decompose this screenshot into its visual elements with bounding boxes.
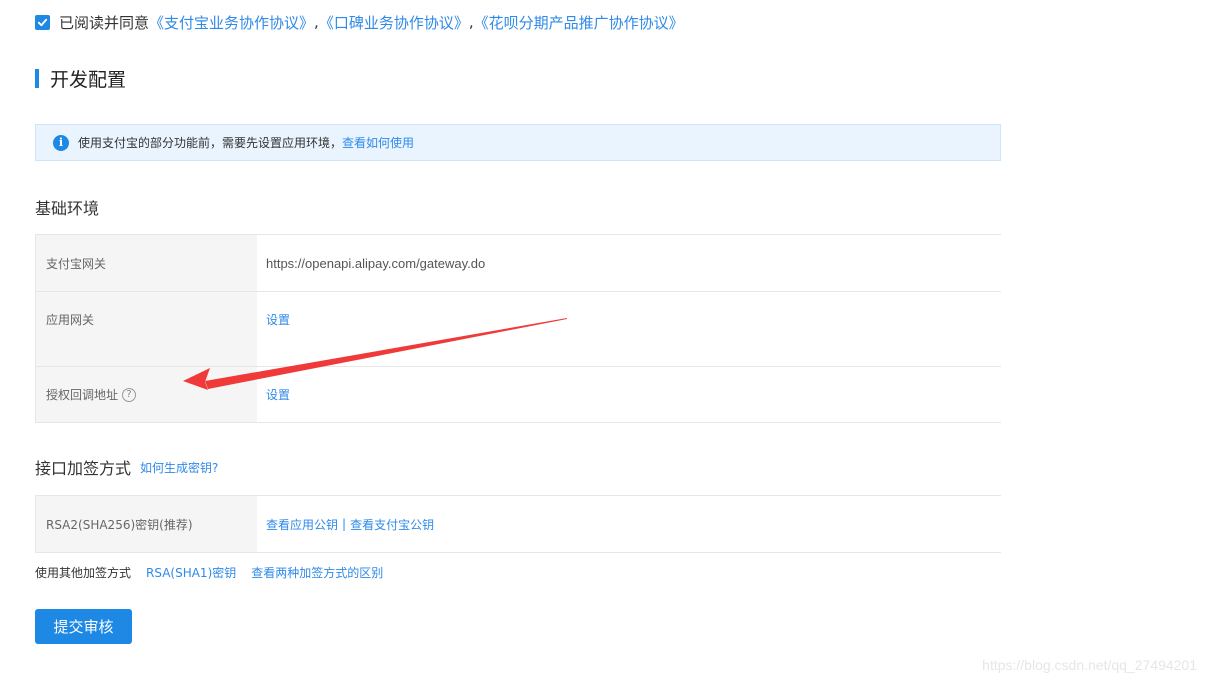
section-title: 开发配置 <box>50 68 127 91</box>
table-row: 授权回调地址 ? 设置 <box>35 367 1001 423</box>
info-icon: i <box>53 134 69 151</box>
info-banner: i 使用支付宝的部分功能前，需要先设置应用环境， 查看如何使用 <box>35 124 1001 161</box>
table-row: 应用网关 设置 <box>35 292 1001 367</box>
signing-diff-link[interactable]: 查看两种加签方式的区别 <box>251 564 383 581</box>
page: 已阅读并同意 《支付宝业务协作协议》 , 《口碑业务协作协议》 , 《花呗分期产… <box>0 0 1205 685</box>
table-row: RSA2(SHA256)密钥(推荐) 查看应用公钥 | 查看支付宝公钥 <box>35 496 1001 553</box>
section-header: 开发配置 <box>35 66 127 91</box>
signing-table: RSA2(SHA256)密钥(推荐) 查看应用公钥 | 查看支付宝公钥 <box>35 495 1001 553</box>
app-gateway-label: 应用网关 <box>35 292 257 366</box>
table-row: 支付宝网关 https://openapi.alipay.com/gateway… <box>35 235 1001 292</box>
callback-label: 授权回调地址 <box>46 388 119 402</box>
basic-env-title: 基础环境 <box>35 199 100 218</box>
agreement-prefix: 已阅读并同意 <box>59 13 150 32</box>
basic-env-table: 支付宝网关 https://openapi.alipay.com/gateway… <box>35 234 1001 423</box>
other-signing-row: 使用其他加签方式 RSA(SHA1)密钥 查看两种加签方式的区别 <box>35 564 383 581</box>
watermark: https://blog.csdn.net/qq_27494201 <box>982 657 1197 673</box>
link-divider: | <box>342 517 347 531</box>
rsa-sha1-link[interactable]: RSA(SHA1)密钥 <box>146 564 236 581</box>
view-app-public-key-link[interactable]: 查看应用公钥 <box>266 516 338 533</box>
callback-set-link[interactable]: 设置 <box>266 386 290 403</box>
submit-review-button[interactable]: 提交审核 <box>35 609 132 644</box>
title-accent-bar <box>35 68 39 88</box>
signing-title: 接口加签方式 <box>35 459 132 478</box>
huabei-agreement-link[interactable]: 《花呗分期产品推广协作协议》 <box>474 12 684 33</box>
app-gateway-set-link[interactable]: 设置 <box>266 311 290 328</box>
how-to-use-link[interactable]: 查看如何使用 <box>342 134 414 151</box>
how-generate-key-link[interactable]: 如何生成密钥? <box>140 459 218 476</box>
info-text: 使用支付宝的部分功能前，需要先设置应用环境， <box>78 136 343 150</box>
callback-label-cell: 授权回调地址 ? <box>35 367 257 422</box>
signing-header: 接口加签方式 如何生成密钥? <box>35 455 218 479</box>
gateway-value: https://openapi.alipay.com/gateway.do <box>266 255 486 271</box>
koubei-agreement-link[interactable]: 《口碑业务协作协议》 <box>319 12 469 33</box>
agreement-row: 已阅读并同意 《支付宝业务协作协议》 , 《口碑业务协作协议》 , 《花呗分期产… <box>35 12 684 32</box>
alipay-agreement-link[interactable]: 《支付宝业务协作协议》 <box>149 12 314 33</box>
view-alipay-public-key-link[interactable]: 查看支付宝公钥 <box>350 516 434 533</box>
check-icon <box>37 18 48 26</box>
agreement-checkbox[interactable] <box>35 14 50 30</box>
other-signing-label: 使用其他加签方式 <box>35 566 132 580</box>
rsa2-label: RSA2(SHA256)密钥(推荐) <box>35 496 257 552</box>
help-icon[interactable]: ? <box>122 387 137 402</box>
gateway-label: 支付宝网关 <box>35 235 257 291</box>
